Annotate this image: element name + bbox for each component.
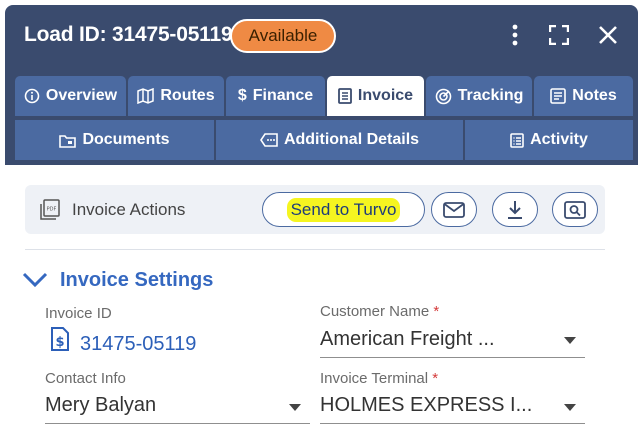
tab-label: Tracking (457, 87, 524, 104)
tab-label: Finance (252, 87, 314, 104)
close-icon[interactable] (595, 22, 621, 48)
tab-finance[interactable]: $ Finance (226, 76, 325, 116)
document-icon (338, 88, 352, 104)
invoice-terminal-label: Invoice Terminal * (320, 370, 438, 387)
tag-icon (259, 133, 278, 147)
notes-icon (550, 88, 567, 104)
tab-overview[interactable]: Overview (15, 76, 126, 116)
download-icon (508, 200, 522, 219)
send-to-turvo-label: Send to Turvo (286, 197, 401, 222)
tab-notes[interactable]: Notes (534, 76, 633, 116)
contact-info-label: Contact Info (45, 370, 126, 387)
load-title: Load ID: 31475-05119 (24, 23, 233, 46)
chevron-down-icon[interactable] (22, 272, 48, 288)
required-mark: * (433, 303, 440, 320)
tab-label: Activity (530, 131, 588, 148)
preview-icon (564, 200, 586, 219)
status-badge: Available (230, 19, 336, 53)
invoice-settings-title[interactable]: Invoice Settings (60, 269, 213, 292)
invoice-actions-label: Invoice Actions (72, 200, 186, 219)
chevron-down-icon[interactable] (564, 404, 576, 411)
tab-label: Invoice (357, 87, 414, 104)
required-mark: * (432, 370, 439, 387)
email-button[interactable] (431, 192, 477, 227)
dollar-icon: $ (237, 87, 247, 104)
email-icon (443, 201, 465, 218)
info-icon (24, 88, 40, 104)
tab-routes[interactable]: Routes (128, 76, 224, 116)
more-vert-icon[interactable] (502, 22, 528, 48)
tab-invoice[interactable]: Invoice (327, 76, 424, 116)
tab-label: Notes (572, 87, 617, 104)
map-icon (137, 88, 155, 104)
contact-info-select-value[interactable]: Mery Balyan (45, 394, 156, 417)
customer-name-select-value[interactable]: American Freight ... (320, 328, 495, 351)
invoice-terminal-underline (320, 423, 585, 424)
contact-info-underline (45, 423, 310, 424)
load-detail-panel: Load ID: 31475-05119 Available Overview … (5, 5, 638, 426)
svg-text:PDF: PDF (47, 207, 57, 213)
invoice-terminal-label-text: Invoice Terminal (320, 370, 429, 387)
tab-tracking[interactable]: Tracking (426, 76, 532, 116)
svg-text:$: $ (55, 335, 64, 350)
pdf-icon: PDF (40, 199, 60, 220)
fullscreen-icon[interactable] (546, 22, 572, 48)
list-icon (510, 132, 524, 148)
invoice-id-label: Invoice ID (45, 305, 112, 322)
tab-label: Additional Details (283, 131, 420, 148)
preview-button[interactable] (552, 192, 598, 227)
panel-header: Load ID: 31475-05119 Available Overview … (5, 5, 638, 165)
customer-name-label: Customer Name * (320, 303, 439, 320)
chevron-down-icon[interactable] (289, 404, 301, 411)
title-row: Load ID: 31475-05119 Available (5, 5, 638, 71)
section-divider (25, 249, 605, 250)
download-button[interactable] (492, 192, 538, 227)
invoice-actions-bar: PDF Invoice Actions Send to Turvo (25, 185, 605, 234)
folder-icon (59, 134, 77, 148)
invoice-content: PDF Invoice Actions Send to Turvo Invoic… (5, 165, 638, 426)
tab-label: Overview (45, 87, 118, 104)
tab-additional-details[interactable]: Additional Details (216, 120, 463, 160)
tab-activity[interactable]: Activity (465, 120, 633, 160)
radar-icon (435, 88, 451, 104)
invoice-id-link[interactable]: 31475-05119 (80, 333, 196, 356)
tab-documents[interactable]: Documents (15, 120, 214, 160)
tab-label: Routes (160, 87, 215, 104)
customer-name-label-text: Customer Name (320, 303, 430, 320)
invoice-terminal-select-value[interactable]: HOLMES EXPRESS I... (320, 394, 532, 417)
chevron-down-icon[interactable] (564, 337, 576, 344)
tab-label: Documents (82, 131, 170, 148)
invoice-file-icon: $ (51, 327, 69, 351)
send-to-turvo-button[interactable]: Send to Turvo (262, 192, 425, 227)
customer-name-underline (320, 357, 585, 358)
